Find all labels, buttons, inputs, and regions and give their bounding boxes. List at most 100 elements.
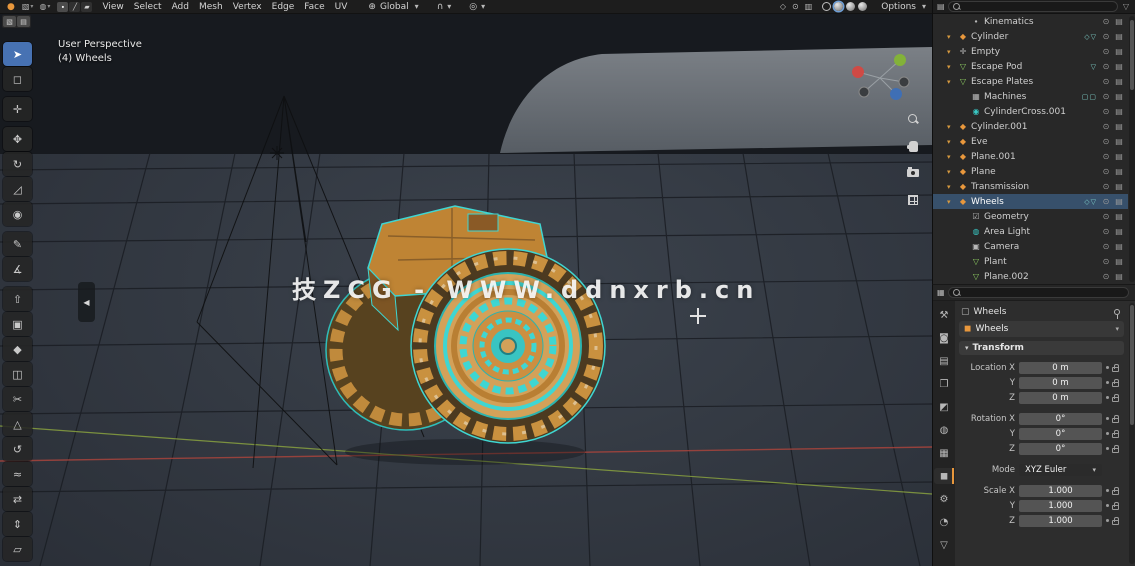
disable-in-render-toggle[interactable]: ▤: [1114, 47, 1124, 56]
tool-button[interactable]: ↻: [3, 152, 32, 176]
edge-select-button[interactable]: ╱: [69, 1, 81, 12]
expand-arrow-icon[interactable]: ▾: [947, 168, 955, 176]
tool-button[interactable]: ↺: [3, 437, 32, 461]
disable-in-render-toggle[interactable]: ▤: [1114, 77, 1124, 86]
properties-tab[interactable]: ▽: [934, 537, 954, 553]
field-value-slider[interactable]: 0 m: [1019, 376, 1102, 389]
animate-dot-icon[interactable]: [1106, 396, 1109, 399]
expand-arrow-icon[interactable]: ▾: [947, 123, 955, 131]
tool-button[interactable]: ⇧: [3, 287, 32, 311]
pan-button[interactable]: [906, 139, 920, 153]
disable-in-render-toggle[interactable]: ▤: [1114, 197, 1124, 206]
tool-button[interactable]: ◆: [3, 337, 32, 361]
expand-arrow-icon[interactable]: ▾: [947, 153, 955, 161]
properties-tab[interactable]: ◩: [934, 399, 954, 415]
editor-type-dropdown[interactable]: ▧ ▾: [20, 2, 36, 11]
disable-in-render-toggle[interactable]: ▤: [1114, 137, 1124, 146]
lock-icon[interactable]: [1112, 516, 1119, 525]
properties-tab[interactable]: ◼: [934, 468, 954, 484]
hide-in-viewport-toggle[interactable]: ⊙: [1101, 167, 1111, 176]
scrollbar-thumb[interactable]: [1130, 305, 1134, 425]
field-value-slider[interactable]: 0°: [1019, 427, 1102, 440]
outliner-item[interactable]: ▾ ◆ Eve ⊙ ▤: [933, 134, 1128, 149]
tool-button[interactable]: ⇄: [3, 487, 32, 511]
hide-in-viewport-toggle[interactable]: ⊙: [1101, 32, 1111, 41]
field-value-slider[interactable]: 0°: [1019, 412, 1102, 425]
disable-in-render-toggle[interactable]: ▤: [1114, 152, 1124, 161]
menu-item[interactable]: Mesh: [194, 2, 228, 12]
outliner-item[interactable]: ☑ Geometry ⊙ ▤: [933, 209, 1128, 224]
pin-icon[interactable]: [1114, 308, 1120, 319]
animate-dot-icon[interactable]: [1106, 504, 1109, 507]
outliner-item[interactable]: ▾ ✛ Empty ⊙ ▤: [933, 44, 1128, 59]
solid-shading-button[interactable]: [834, 2, 844, 11]
outliner-item[interactable]: ▽ Plant ⊙ ▤: [933, 254, 1128, 269]
properties-tab[interactable]: ❐: [934, 376, 954, 392]
zoom-button[interactable]: [906, 112, 920, 126]
menu-item[interactable]: Select: [129, 2, 167, 12]
hide-in-viewport-toggle[interactable]: ⊙: [1101, 257, 1111, 266]
properties-editor-icon[interactable]: ▦: [937, 288, 945, 297]
disable-in-render-toggle[interactable]: ▤: [1114, 62, 1124, 71]
hide-in-viewport-toggle[interactable]: ⊙: [1101, 77, 1111, 86]
disable-in-render-toggle[interactable]: ▤: [1114, 32, 1124, 41]
disable-in-render-toggle[interactable]: ▤: [1114, 242, 1124, 251]
hide-in-viewport-toggle[interactable]: ⊙: [1101, 92, 1111, 101]
lock-icon[interactable]: [1112, 363, 1119, 372]
transform-section-header[interactable]: ▾ Transform: [959, 341, 1124, 355]
disable-in-render-toggle[interactable]: ▤: [1114, 122, 1124, 131]
lock-icon[interactable]: [1112, 378, 1119, 387]
expand-arrow-icon[interactable]: ▾: [947, 138, 955, 146]
scrollbar-thumb[interactable]: [1130, 20, 1134, 90]
hide-in-viewport-toggle[interactable]: ⊙: [1101, 107, 1111, 116]
lock-icon[interactable]: [1112, 429, 1119, 438]
navigation-gizmo[interactable]: [844, 48, 916, 111]
properties-tab[interactable]: ▦: [934, 445, 954, 461]
outliner-editor-icon[interactable]: ▤: [937, 2, 945, 11]
disable-in-render-toggle[interactable]: ▤: [1114, 272, 1124, 281]
lock-icon[interactable]: [1112, 486, 1119, 495]
outliner-item[interactable]: ▾ ▽ Escape Pod ▽ ⊙ ▤: [933, 59, 1128, 74]
properties-tab[interactable]: ⚙: [934, 491, 954, 507]
animate-dot-icon[interactable]: [1106, 519, 1109, 522]
transform-orientation-dropdown[interactable]: ⊕ Global ▾: [368, 2, 420, 12]
field-value-slider[interactable]: 1.000: [1019, 499, 1102, 512]
options-dropdown[interactable]: Options ▾: [879, 2, 928, 12]
expand-arrow-icon[interactable]: ▾: [947, 63, 955, 71]
disable-in-render-toggle[interactable]: ▤: [1114, 257, 1124, 266]
outliner-item[interactable]: ◉ CylinderCross.001 ⊙ ▤: [933, 104, 1128, 119]
animate-dot-icon[interactable]: [1106, 432, 1109, 435]
lock-icon[interactable]: [1112, 414, 1119, 423]
hide-in-viewport-toggle[interactable]: ⊙: [1101, 227, 1111, 236]
field-value-slider[interactable]: XYZ Euler: [1019, 463, 1102, 476]
tool-button[interactable]: ✛: [3, 97, 32, 121]
rendered-shading-button[interactable]: [858, 2, 868, 11]
outliner-item[interactable]: ◍ Area Light ⊙ ▤: [933, 224, 1128, 239]
tool-button[interactable]: ▱: [3, 537, 32, 561]
animate-dot-icon[interactable]: [1106, 447, 1109, 450]
tool-button[interactable]: ∡: [3, 257, 32, 281]
hide-in-viewport-toggle[interactable]: ⊙: [1101, 272, 1111, 281]
mode-dropdown[interactable]: ◍ ▾: [37, 2, 52, 11]
menu-item[interactable]: Add: [167, 2, 194, 12]
animate-dot-icon[interactable]: [1106, 381, 1109, 384]
outliner-item[interactable]: ▾ ◆ Transmission ⊙ ▤: [933, 179, 1128, 194]
expand-arrow-icon[interactable]: ▾: [947, 78, 955, 86]
disable-in-render-toggle[interactable]: ▤: [1114, 227, 1124, 236]
properties-scrollbar[interactable]: [1129, 303, 1135, 564]
tool-button[interactable]: ◻: [3, 67, 32, 91]
outliner-item[interactable]: ∙ Kinematics ⊙ ▤: [933, 14, 1128, 29]
lock-icon[interactable]: [1112, 393, 1119, 402]
menu-item[interactable]: Vertex: [228, 2, 267, 12]
properties-tab[interactable]: ▤: [934, 353, 954, 369]
show-overlays-toggle[interactable]: ⊙: [790, 2, 801, 11]
tool-button[interactable]: ◫: [3, 362, 32, 386]
properties-search-input[interactable]: [963, 288, 1124, 297]
camera-view-button[interactable]: [906, 166, 920, 180]
outliner-item[interactable]: ▾ ▽ Escape Plates ⊙ ▤: [933, 74, 1128, 89]
properties-tab[interactable]: ◍: [934, 422, 954, 438]
outliner-item[interactable]: ▽ Plane.002 ⊙ ▤: [933, 269, 1128, 284]
hide-in-viewport-toggle[interactable]: ⊙: [1101, 122, 1111, 131]
outliner-search-input[interactable]: [963, 2, 1113, 11]
tool-button[interactable]: ◿: [3, 177, 32, 201]
